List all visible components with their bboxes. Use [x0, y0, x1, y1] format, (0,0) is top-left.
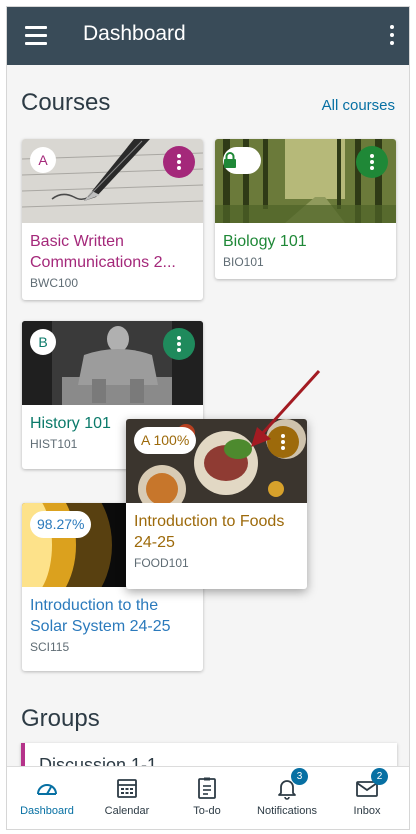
app-screen: Dashboard Courses All courses A Basic Wr… — [6, 6, 410, 830]
tab-label: Inbox — [353, 805, 381, 817]
courses-heading: Courses — [21, 89, 111, 116]
notification-count-badge: 3 — [291, 768, 308, 785]
course-name: Biology 101 — [223, 233, 307, 250]
bottom-navigation: Dashboard Calendar To-do 3 Notifications… — [7, 766, 409, 829]
course-card[interactable]: Biology 101 BIO101 — [215, 139, 396, 279]
tab-notifications[interactable]: 3 Notifications — [247, 767, 327, 829]
groups-heading: Groups — [21, 705, 100, 732]
tab-inbox[interactable]: 2 Inbox — [327, 767, 407, 829]
tab-calendar[interactable]: Calendar — [87, 767, 167, 829]
course-menu-icon[interactable] — [163, 328, 195, 360]
grade-badge: B — [30, 329, 56, 355]
course-image — [215, 139, 396, 223]
course-menu-icon[interactable] — [356, 146, 388, 178]
tab-label: Notifications — [257, 805, 317, 817]
grade-badge: 98.27% — [30, 511, 92, 538]
tab-label: To-do — [193, 805, 221, 817]
hamburger-menu-icon[interactable] — [25, 26, 47, 46]
course-name: Introduction to the Solar System 24-25 — [30, 597, 171, 635]
page-title: Dashboard — [83, 22, 186, 45]
calendar-icon — [117, 779, 137, 798]
overflow-menu-icon[interactable] — [389, 25, 395, 47]
course-image: B — [22, 321, 203, 405]
course-name: Basic Written Communications 2... — [30, 233, 176, 271]
dashboard-icon — [37, 784, 57, 795]
grade-badge: A 100% — [134, 427, 197, 454]
course-name: Introduction to Foods 24-25 — [134, 513, 285, 551]
top-app-bar: Dashboard — [7, 7, 409, 65]
course-menu-icon[interactable] — [163, 146, 195, 178]
course-code: FOOD101 — [134, 556, 189, 570]
lock-icon — [224, 152, 236, 168]
all-courses-link[interactable]: All courses — [322, 97, 395, 114]
course-code: SCI115 — [30, 640, 70, 654]
tab-dashboard[interactable]: Dashboard — [7, 767, 87, 829]
tab-label: Calendar — [104, 805, 150, 817]
grade-badge: A — [30, 147, 56, 173]
course-image: A — [22, 139, 203, 223]
course-code: BWC100 — [30, 276, 79, 290]
inbox-count-badge: 2 — [371, 768, 388, 785]
annotation-arrow-icon — [251, 369, 321, 447]
todo-icon — [198, 777, 216, 799]
course-code: BIO101 — [223, 255, 264, 269]
tab-label: Dashboard — [20, 805, 74, 817]
course-card[interactable]: A Basic Written Communications 2... BWC1… — [22, 139, 203, 300]
lock-badge — [223, 147, 261, 174]
tab-todo[interactable]: To-do — [167, 767, 247, 829]
